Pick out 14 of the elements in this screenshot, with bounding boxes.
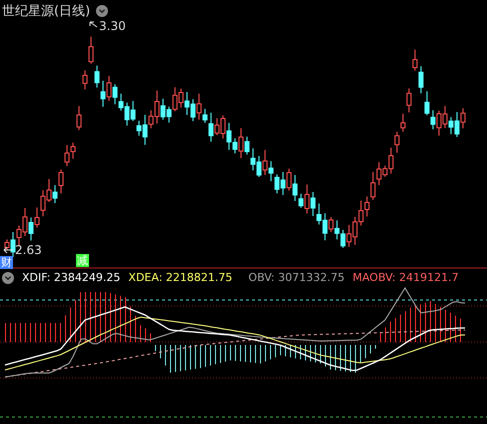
candlestick	[76, 106, 82, 130]
candlestick	[82, 70, 88, 90]
indicator-value: OBV: 3071332.75	[248, 271, 345, 284]
dropdown-icon[interactable]	[96, 5, 108, 17]
leader-arrow-icon	[4, 246, 14, 254]
event-marker[interactable]: 财	[0, 256, 13, 269]
chart-title: 世纪星源(日线)	[2, 3, 90, 20]
indicator-value: MAOBV: 2419121.7	[352, 271, 459, 284]
high-price-label: 3.30	[99, 19, 126, 33]
leader-arrow-icon	[90, 22, 98, 28]
dropdown-icon[interactable]	[2, 272, 14, 284]
indicator-value: XDIF: 2384249.25	[22, 271, 120, 284]
low-price-label: 2.63	[15, 243, 42, 257]
indicator-value: XDEA: 2218821.75	[128, 271, 232, 284]
